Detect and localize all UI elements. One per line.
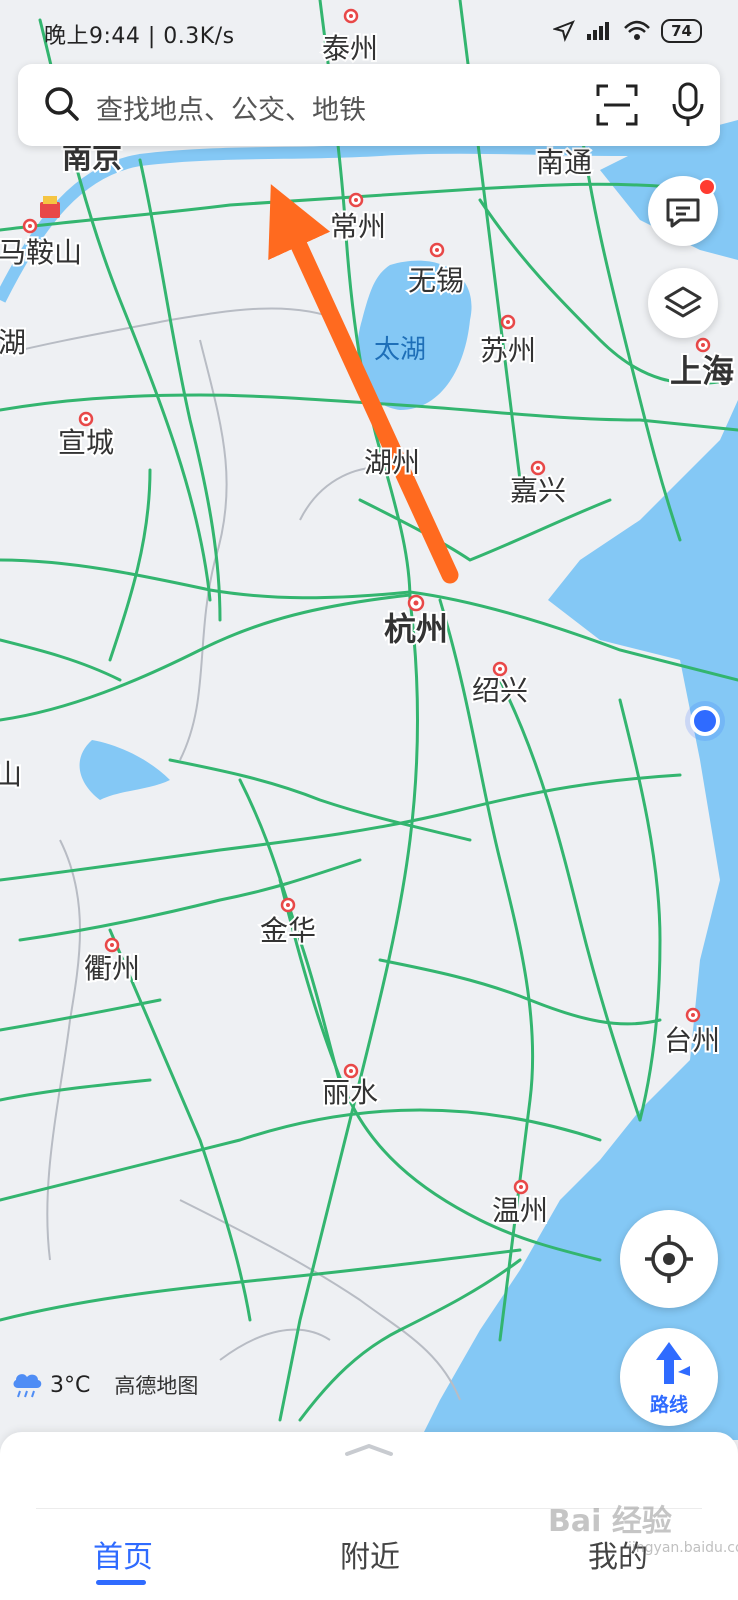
message-button[interactable] <box>648 176 718 246</box>
sheet-handle-icon[interactable] <box>343 1440 395 1460</box>
route-button[interactable]: 路线 <box>620 1328 718 1426</box>
poi-icon <box>40 202 60 218</box>
watermark: Bai 经验 <box>548 1504 672 1539</box>
route-arrow-icon <box>656 1342 690 1384</box>
watermark-url: jingyan.baidu.com <box>628 1540 738 1556</box>
microphone-icon[interactable] <box>668 80 708 130</box>
status-right-icons: 74 <box>553 16 702 46</box>
city-label-jinhua: 金华 <box>260 915 316 946</box>
signal-icon <box>587 22 610 40</box>
battery-indicator: 74 <box>661 19 702 43</box>
notification-dot <box>698 178 716 196</box>
wifi-icon <box>624 20 651 40</box>
city-label-hu-edge: 湖 <box>0 327 26 358</box>
city-label-shan-edge: 山 <box>0 759 22 790</box>
weather-widget[interactable]: 3°C 高德地图 <box>10 1370 198 1400</box>
tab-home-indicator <box>96 1580 146 1585</box>
tab-nearby[interactable]: 附近 <box>340 1532 400 1576</box>
layers-button[interactable] <box>648 268 718 338</box>
crosshair-icon <box>645 1235 693 1283</box>
city-label-xuancheng: 宣城 <box>58 427 114 458</box>
city-label-nantong: 南通 <box>536 147 592 178</box>
layers-icon <box>664 286 702 318</box>
city-label-wenzhou: 温州 <box>492 1195 548 1226</box>
scan-icon[interactable] <box>594 82 640 128</box>
search-bar[interactable]: 查找地点、公交、地铁 <box>18 64 720 146</box>
city-label-nanjing: 南京 <box>62 141 122 175</box>
city-label-hangzhou: 杭州 <box>384 611 448 647</box>
city-label-jiaxing: 嘉兴 <box>510 475 566 506</box>
route-label: 路线 <box>649 1394 688 1416</box>
city-label-lishui: 丽水 <box>322 1077 378 1108</box>
rain-cloud-icon <box>13 1374 42 1398</box>
current-location-dot <box>690 706 720 736</box>
search-icon <box>45 87 79 121</box>
city-label-huzhou: 湖州 <box>364 447 420 478</box>
city-label-suzhou: 苏州 <box>480 335 536 366</box>
location-arrow-icon <box>553 20 576 42</box>
status-bar: 晚上9:44 | 0.3K/s 74 <box>0 0 738 60</box>
city-label-shaoxing: 绍兴 <box>472 675 528 706</box>
city-label-wuxi: 无锡 <box>408 265 464 296</box>
tab-home[interactable]: 首页 <box>93 1532 153 1576</box>
city-label-quzhou: 衢州 <box>84 953 140 984</box>
temperature-text: 3°C <box>50 1372 91 1398</box>
city-label-changzhou: 常州 <box>330 211 386 242</box>
city-label-shanghai: 上海 <box>670 353 734 389</box>
map-provider-logo: 高德地图 <box>114 1374 199 1398</box>
status-left-text: 晚上9:44 | 0.3K/s <box>44 24 235 49</box>
city-label-maanshan: 马鞍山 <box>0 237 82 268</box>
search-placeholder[interactable]: 查找地点、公交、地铁 <box>96 88 366 127</box>
lake-label: 太湖 <box>374 334 426 364</box>
city-label-taizhou-zj: 台州 <box>664 1025 720 1056</box>
bottom-sheet[interactable]: 首页 附近 我的 Bai 经验 jingyan.baidu.com <box>0 1432 738 1600</box>
locate-me-button[interactable] <box>620 1210 718 1308</box>
